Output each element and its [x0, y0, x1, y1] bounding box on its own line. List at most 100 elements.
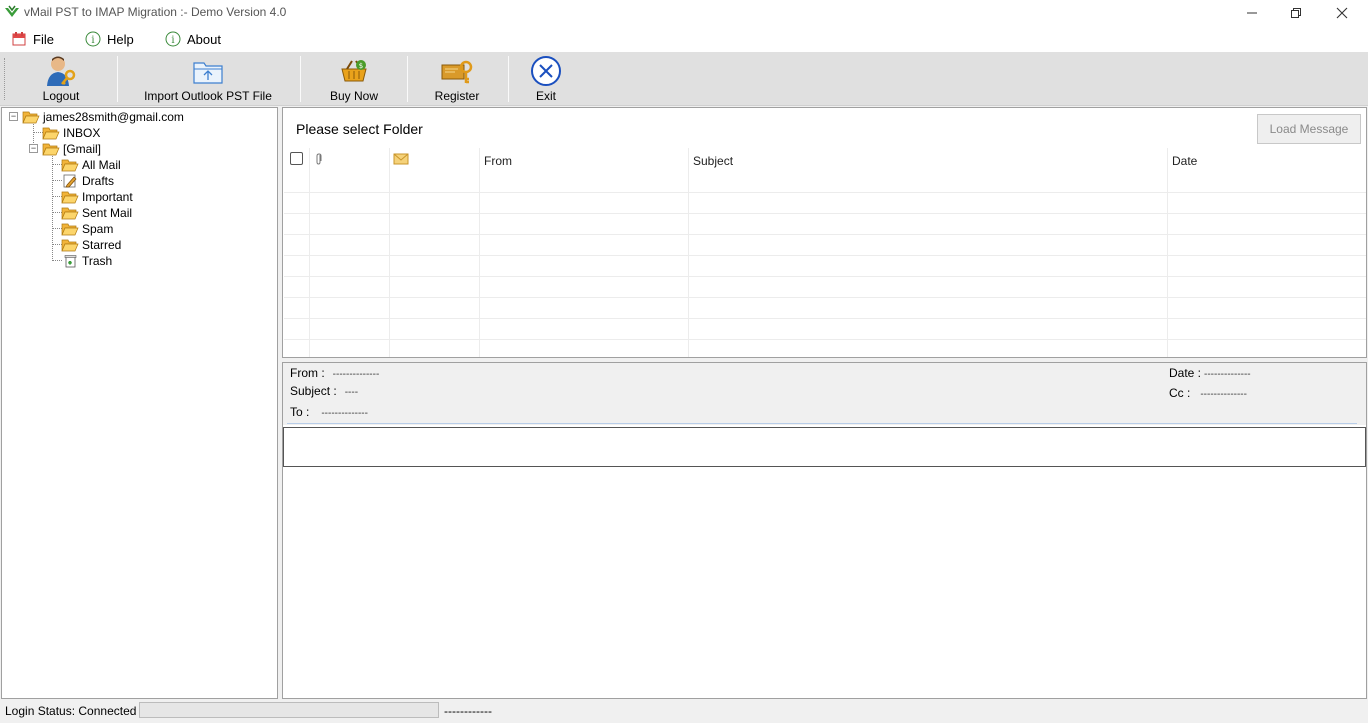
exit-button[interactable]: Exit	[527, 55, 565, 103]
toolbar-separator	[300, 56, 301, 102]
buy-now-button[interactable]: $ Buy Now	[328, 55, 380, 103]
minimize-button[interactable]	[1229, 0, 1275, 26]
folder-open-icon	[61, 207, 79, 220]
grid-row-line	[284, 213, 1366, 214]
tree-starred[interactable]: Starred	[61, 237, 121, 253]
preview-date: Date : --------------	[1169, 366, 1251, 380]
grid-row-line	[284, 276, 1366, 277]
tree-spam-label: Spam	[82, 222, 114, 236]
grid-column-line	[389, 148, 390, 357]
menu-file[interactable]: File	[11, 30, 54, 48]
grid-row-line	[284, 234, 1366, 235]
column-header-subject[interactable]: Subject	[693, 154, 733, 168]
preview-to: To : --------------	[290, 405, 368, 419]
attachment-icon	[316, 153, 322, 165]
import-pst-button[interactable]: Import Outlook PST File	[143, 55, 273, 103]
toolbar-separator	[508, 56, 509, 102]
svg-text:$: $	[359, 62, 363, 70]
preview-cc-value: --------------	[1200, 389, 1247, 400]
folder-open-icon	[61, 159, 79, 172]
preview-to-label: To :	[290, 405, 310, 419]
column-header-date[interactable]: Date	[1172, 154, 1197, 168]
info-icon: i	[85, 31, 101, 47]
folder-open-icon	[42, 143, 60, 156]
collapse-toggle[interactable]: −	[29, 144, 38, 153]
calendar-icon	[12, 32, 26, 46]
restore-icon	[1291, 8, 1301, 18]
toolbar-separator	[117, 56, 118, 102]
message-preview-panel: From : -------------- Subject : ---- To :-…	[282, 362, 1367, 699]
key-certificate-icon	[441, 60, 473, 84]
user-key-icon	[47, 56, 76, 86]
folder-open-icon	[61, 223, 79, 236]
column-header-from[interactable]: From	[484, 154, 512, 168]
menu-help[interactable]: i Help	[85, 30, 134, 48]
folder-open-icon	[22, 111, 40, 124]
folder-tree: − james28smith@gmail.com INBOX − [Gmail]…	[1, 107, 278, 699]
login-status: Login Status: Connected	[5, 704, 137, 718]
preview-from-label: From :	[290, 366, 325, 380]
register-label: Register	[434, 89, 480, 103]
window-title: vMail PST to IMAP Migration :- Demo Vers…	[24, 5, 287, 19]
collapse-toggle[interactable]: −	[9, 112, 18, 121]
grid-row-line	[284, 297, 1366, 298]
info-icon: i	[165, 31, 181, 47]
tree-gmail-label: [Gmail]	[63, 142, 102, 156]
tree-trash[interactable]: Trash	[61, 253, 112, 269]
toolbar-separator	[407, 56, 408, 102]
grid-column-line	[688, 148, 689, 357]
tree-inbox[interactable]: INBOX	[42, 125, 100, 141]
grid-column-line	[479, 148, 480, 357]
tree-important[interactable]: Important	[61, 189, 133, 205]
logout-label: Logout	[42, 89, 80, 103]
tree-important-label: Important	[82, 190, 133, 204]
grid-row-line	[284, 255, 1366, 256]
tree-drafts-label: Drafts	[82, 174, 115, 188]
tree-inbox-label: INBOX	[63, 126, 101, 140]
exit-icon	[531, 56, 561, 86]
menu-file-label: File	[33, 31, 54, 47]
grid-row-line	[284, 192, 1366, 193]
toolbar-grip	[4, 58, 7, 100]
grid-row-line	[284, 339, 1366, 340]
drafts-icon	[63, 174, 77, 188]
recycle-bin-icon	[64, 255, 77, 268]
status-bar: Login Status: Connected ------------	[0, 700, 1368, 723]
exit-label: Exit	[535, 89, 556, 103]
preview-subject-label: Subject :	[290, 384, 337, 398]
tree-gmail[interactable]: [Gmail]	[42, 141, 101, 157]
register-button[interactable]: Register	[434, 55, 480, 103]
tree-all-mail-label: All Mail	[82, 158, 121, 172]
buy-now-label: Buy Now	[329, 89, 379, 103]
tree-spam[interactable]: Spam	[61, 221, 113, 237]
grid-row-line	[284, 318, 1366, 319]
menu-help-label: Help	[107, 31, 134, 47]
tree-account-label: james28smith@gmail.com	[43, 110, 184, 124]
grid-column-line	[1167, 148, 1168, 357]
preview-date-label: Date :	[1169, 366, 1202, 380]
close-icon	[1336, 7, 1348, 19]
tree-sent-mail-label: Sent Mail	[82, 206, 133, 220]
svg-text:i: i	[171, 35, 174, 46]
logout-button[interactable]: Logout	[38, 55, 84, 103]
preview-to-value: --------------	[321, 408, 368, 419]
restore-button[interactable]	[1273, 0, 1319, 26]
folder-open-icon	[61, 239, 79, 252]
tree-account[interactable]: james28smith@gmail.com	[22, 109, 184, 125]
tree-sent-mail[interactable]: Sent Mail	[61, 205, 132, 221]
import-pst-label: Import Outlook PST File	[144, 89, 272, 103]
panel-title: Please select Folder	[296, 121, 423, 137]
load-message-button[interactable]: Load Message	[1257, 114, 1361, 144]
preview-subject-value: ----	[344, 387, 359, 398]
toolbar: Logout Import Outlook PST File $ Buy Now	[0, 52, 1368, 106]
status-detail: ------------	[444, 704, 492, 718]
title-bar: vMail PST to IMAP Migration :- Demo Vers…	[0, 0, 1368, 26]
tree-drafts[interactable]: Drafts	[61, 173, 114, 189]
message-body-box[interactable]	[283, 427, 1366, 467]
select-all-checkbox[interactable]	[290, 152, 303, 165]
tree-all-mail[interactable]: All Mail	[61, 157, 121, 173]
message-grid: From Subject Date	[284, 148, 1366, 357]
progress-bar	[139, 702, 439, 718]
menu-about[interactable]: i About	[165, 30, 221, 48]
close-button[interactable]	[1319, 0, 1365, 26]
